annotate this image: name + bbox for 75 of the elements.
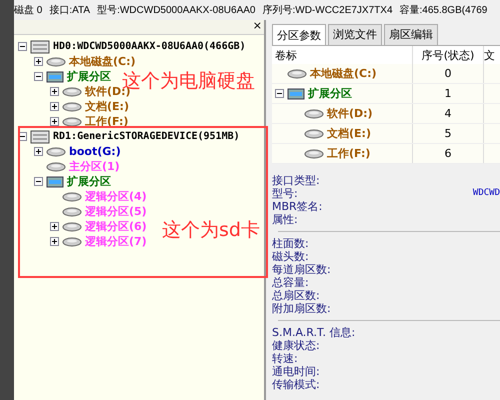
- tree-item[interactable]: boot(G:): [69, 145, 121, 158]
- info-text: 型号:WDCWD5000AAKX-08U6AA0: [97, 4, 256, 17]
- collapse-icon[interactable]: [34, 177, 43, 186]
- table-cell: 5: [444, 127, 452, 140]
- column-header[interactable]: 序号(状态): [412, 46, 483, 64]
- drive-icon: [304, 108, 324, 118]
- tab[interactable]: 浏览文件: [328, 24, 382, 45]
- close-icon[interactable]: ×: [252, 20, 264, 34]
- extended-partition-icon: [46, 70, 64, 82]
- field-label: 每道扇区数:: [272, 263, 331, 276]
- tree-item[interactable]: 文档(E:): [85, 99, 129, 114]
- column-header[interactable]: 文: [483, 46, 500, 64]
- field-label: 总扇区数:: [272, 289, 320, 302]
- field-label: 附加扇区数:: [272, 302, 331, 315]
- drive-icon: [62, 192, 82, 202]
- field-label: S.M.A.R.T. 信息:: [272, 326, 356, 339]
- drive-icon: [46, 56, 66, 66]
- expand-icon[interactable]: [50, 102, 59, 111]
- drive-icon: [62, 236, 82, 246]
- field-label: 柱面数:: [272, 237, 309, 250]
- expand-icon[interactable]: [50, 87, 59, 96]
- drive-icon: [62, 86, 82, 96]
- collapse-icon[interactable]: [18, 42, 27, 51]
- tree-item[interactable]: 扩展分区: [67, 69, 111, 84]
- table-cell: 本地磁盘(C:): [310, 66, 377, 81]
- collapse-icon[interactable]: [34, 72, 43, 81]
- table-cell: 4: [444, 107, 452, 120]
- expand-icon[interactable]: [34, 57, 43, 66]
- tree-item[interactable]: HD0:WDCWD5000AAKX-08U6AA0(466GB): [53, 41, 246, 52]
- field-label: 属性:: [272, 213, 298, 226]
- field-label: 通电时间:: [272, 365, 320, 378]
- tree-item[interactable]: 本地磁盘(C:): [69, 54, 136, 69]
- table-cell: 工作(F:): [327, 146, 370, 161]
- info-text: 接口:ATA: [49, 4, 90, 17]
- drive-icon: [62, 116, 82, 126]
- drive-icon: [304, 148, 324, 158]
- expand-icon[interactable]: [50, 237, 59, 246]
- table-cell: 0: [444, 67, 452, 80]
- field-value: WDCWD: [472, 187, 500, 200]
- tree-item[interactable]: 扩展分区: [67, 174, 111, 189]
- tab[interactable]: 分区参数: [272, 24, 326, 45]
- expand-icon[interactable]: [34, 147, 43, 156]
- expand-icon[interactable]: [50, 117, 59, 126]
- field-label: 传输模式:: [272, 378, 320, 391]
- info-text: 磁盘 0: [14, 4, 42, 17]
- table-cell: 6: [444, 147, 452, 160]
- extended-partition-icon: [287, 88, 305, 100]
- drive-icon: [62, 206, 82, 216]
- column-header[interactable]: 卷标: [272, 48, 412, 62]
- field-label: 磁头数:: [272, 250, 309, 263]
- tab[interactable]: 扇区编辑: [384, 24, 438, 45]
- drive-icon: [62, 102, 82, 112]
- annotation-text: 这个为sd卡: [162, 218, 260, 243]
- field-label: 型号:: [272, 187, 298, 200]
- table-cell: 软件(D:): [327, 106, 373, 121]
- field-label: 总容量:: [272, 276, 309, 289]
- collapse-icon[interactable]: [275, 89, 284, 98]
- drive-icon: [287, 68, 307, 78]
- drive-icon: [304, 128, 324, 138]
- drive-icon: [46, 146, 66, 156]
- info-text: 序列号:WD-WCC2E7JX7TX4: [262, 4, 392, 17]
- table-cell: 扩展分区: [308, 86, 352, 101]
- field-label: 转速:: [272, 352, 298, 365]
- drive-icon: [46, 162, 66, 172]
- drive-icon: [62, 222, 82, 232]
- extended-partition-icon: [46, 176, 64, 188]
- field-label: 健康状态:: [272, 339, 320, 352]
- field-label: MBR签名:: [272, 200, 322, 213]
- table-cell: 1: [444, 87, 452, 100]
- tree-item[interactable]: RD1:GenericSTORAGEDEVICE(951MB): [53, 131, 240, 142]
- tree-item[interactable]: 工作(F:): [85, 114, 128, 129]
- field-label: 接口类型:: [272, 174, 320, 187]
- table-cell: 文档(E:): [327, 126, 371, 141]
- expand-icon[interactable]: [50, 222, 59, 231]
- info-text: 容量:465.8GB(4769: [400, 4, 488, 17]
